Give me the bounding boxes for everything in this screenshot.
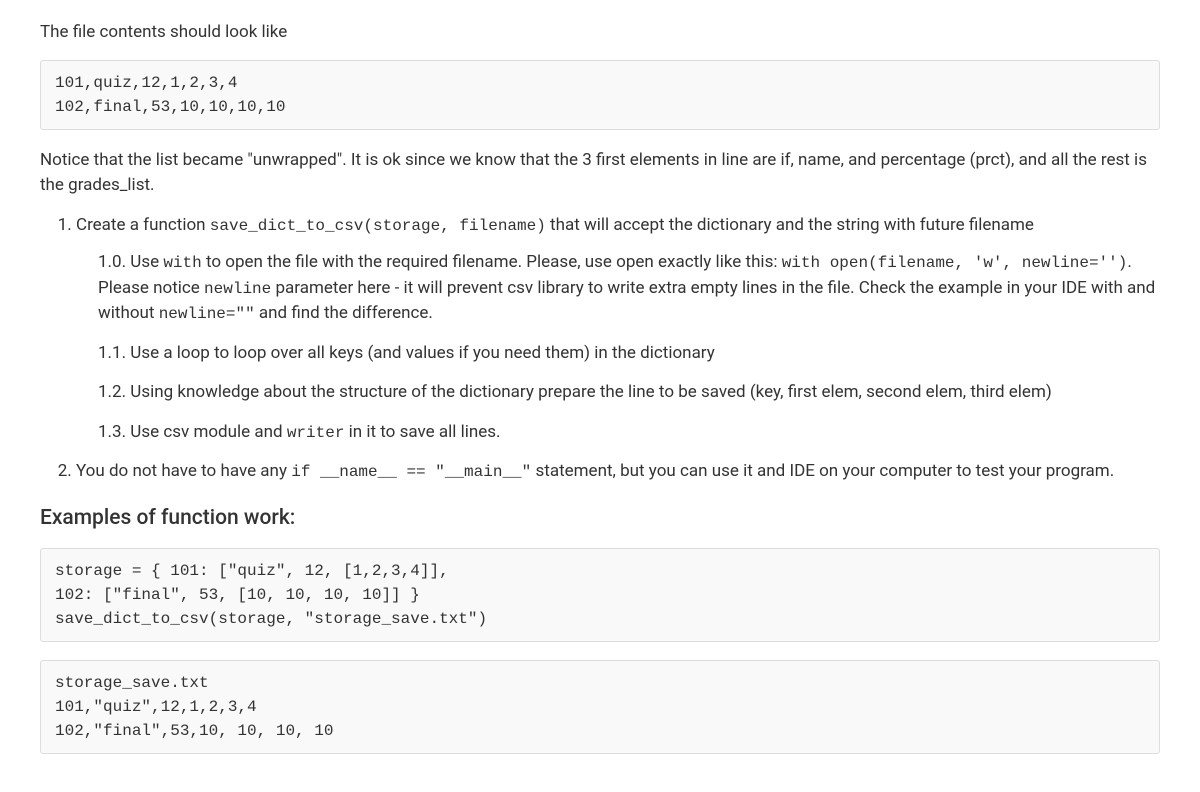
code-block-file-contents: 101,quiz,12,1,2,3,4 102,final,53,10,10,1…: [40, 60, 1160, 130]
item1-code: save_dict_to_csv(storage, filename): [210, 217, 546, 235]
item1-text-pre: Create a function: [76, 215, 210, 235]
sub-instructions: 1.0. Use with to open the file with the …: [76, 250, 1160, 445]
intro-text: The file contents should look like: [40, 20, 1160, 46]
code-block-example-output: storage_save.txt 101,"quiz",12,1,2,3,4 1…: [40, 660, 1160, 754]
sub-item-1-1: 1.1. Use a loop to loop over all keys (a…: [98, 341, 1160, 367]
code-block-example-call: storage = { 101: ["quiz", 12, [1,2,3,4]]…: [40, 548, 1160, 642]
notice-paragraph: Notice that the list became "unwrapped".…: [40, 148, 1160, 199]
sub-item-1-3: 1.3. Use csv module and writer in it to …: [98, 420, 1160, 446]
item1-text-post: that will accept the dictionary and the …: [546, 215, 1034, 235]
sub-item-1-2: 1.2. Using knowledge about the structure…: [98, 380, 1160, 406]
sub-item-1-0: 1.0. Use with to open the file with the …: [98, 250, 1160, 327]
instruction-item-2: You do not have to have any if __name__ …: [76, 459, 1160, 485]
instruction-item-1: Create a function save_dict_to_csv(stora…: [76, 213, 1160, 446]
examples-heading: Examples of function work:: [40, 503, 1160, 535]
instructions-list: Create a function save_dict_to_csv(stora…: [40, 213, 1160, 485]
